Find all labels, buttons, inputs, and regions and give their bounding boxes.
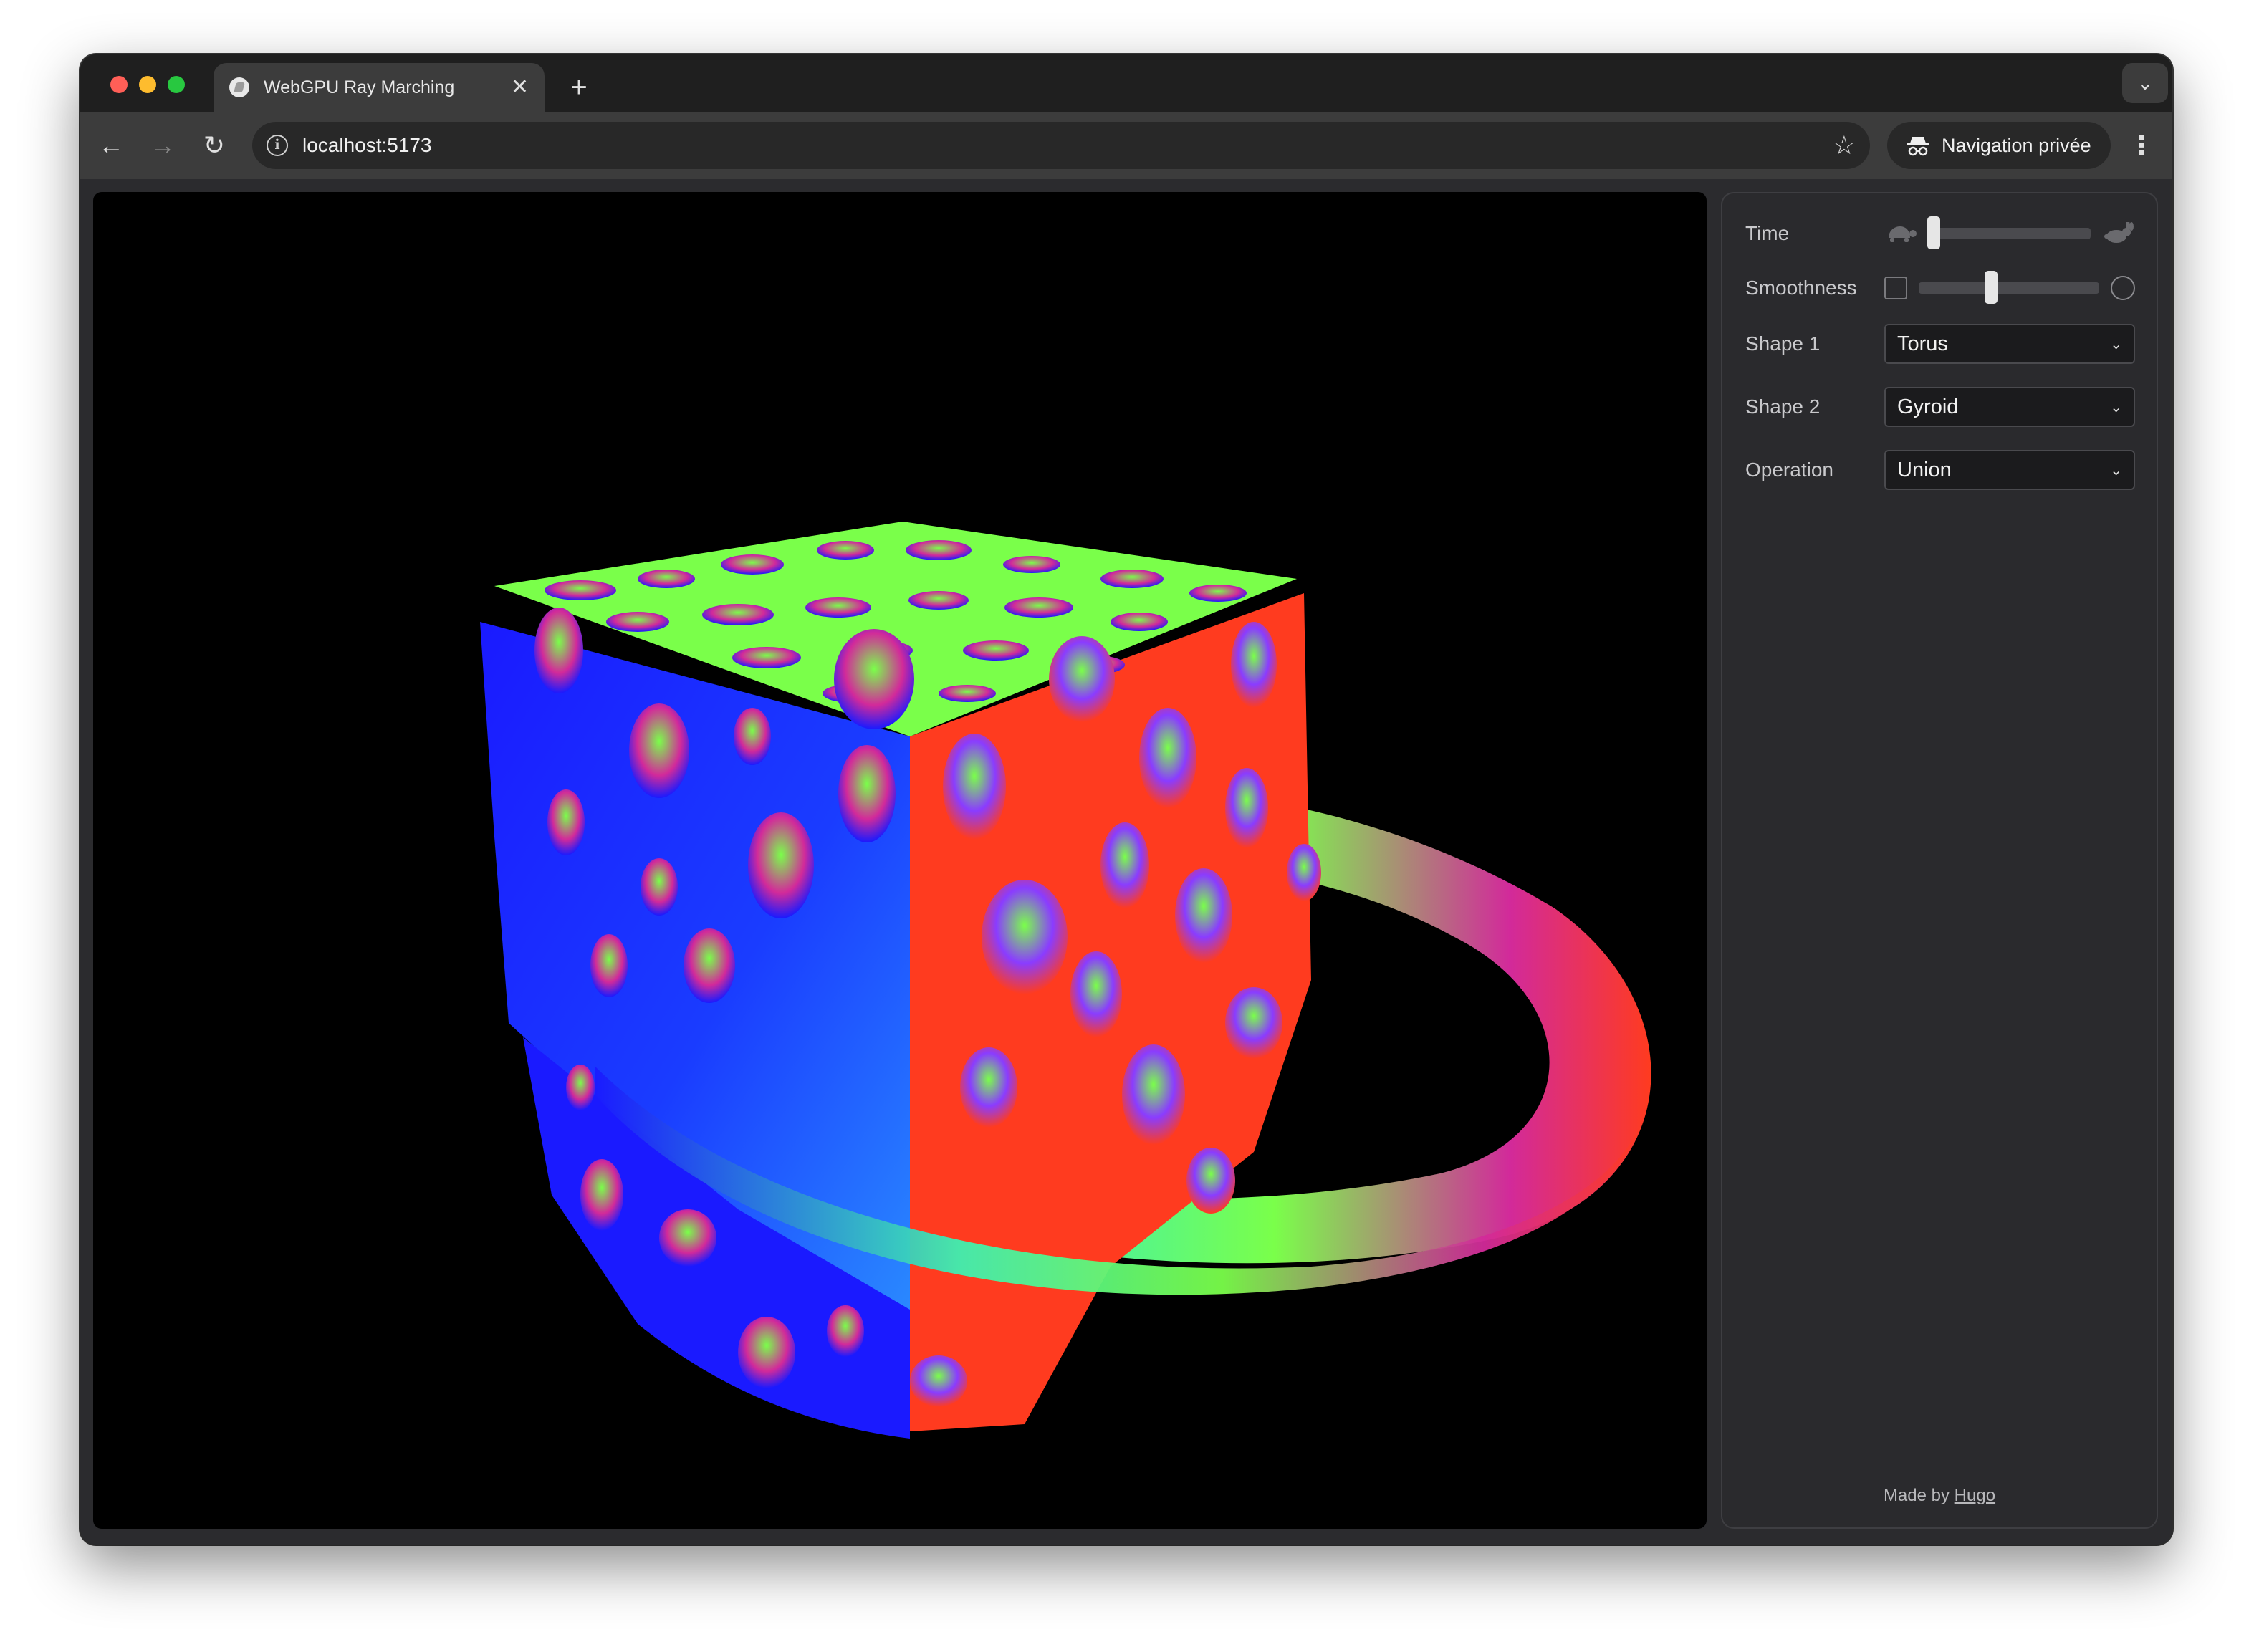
minimize-window-button[interactable] <box>139 76 156 93</box>
shape1-control: Shape 1 Torus ⌄ <box>1745 322 2135 365</box>
back-button[interactable]: ← <box>92 126 130 165</box>
close-window-button[interactable] <box>110 76 128 93</box>
incognito-label: Navigation privée <box>1942 134 2091 156</box>
incognito-chip[interactable]: Navigation privée <box>1887 122 2111 169</box>
smoothness-slider-thumb[interactable] <box>1984 271 1998 304</box>
shape2-select[interactable]: Gyroid ⌄ <box>1884 387 2135 427</box>
star-icon[interactable]: ☆ <box>1833 130 1856 160</box>
url-text[interactable]: localhost:5173 <box>302 134 1833 157</box>
tab-strip: WebGPU Ray Marching ✕ + ⌄ <box>80 54 2172 112</box>
window-controls <box>110 76 185 93</box>
reload-button[interactable]: ↻ <box>195 126 234 165</box>
address-bar[interactable]: i localhost:5173 ☆ <box>252 122 1870 169</box>
time-label: Time <box>1745 222 1790 244</box>
time-slider-thumb[interactable] <box>1927 216 1940 249</box>
rabbit-icon <box>2104 222 2134 243</box>
smoothness-checkbox[interactable] <box>1884 277 1907 299</box>
forward-button[interactable]: → <box>143 126 182 165</box>
time-slider[interactable] <box>1927 216 2091 249</box>
tab-title: WebGPU Ray Marching <box>264 77 455 97</box>
favicon-icon <box>229 77 249 97</box>
time-slider-wrap <box>1884 216 2135 249</box>
incognito-icon <box>1906 135 1930 156</box>
shape1-value: Torus <box>1897 332 1948 355</box>
operation-select[interactable]: Union ⌄ <box>1884 450 2135 490</box>
chevron-down-icon: ⌄ <box>2110 336 2122 352</box>
browser-window: WebGPU Ray Marching ✕ + ⌄ ← → ↻ i localh… <box>80 54 2172 1545</box>
shape2-control: Shape 2 Gyroid ⌄ <box>1745 385 2135 428</box>
smoothness-slider-wrap <box>1884 271 2135 304</box>
footer-prefix: Made by <box>1883 1486 1950 1505</box>
turtle-icon <box>1889 226 1917 242</box>
browser-toolbar: ← → ↻ i localhost:5173 ☆ Navigation priv… <box>80 112 2172 179</box>
chevron-down-icon: ⌄ <box>2110 399 2122 416</box>
operation-control: Operation Union ⌄ <box>1745 448 2135 491</box>
footer: Made by Hugo <box>1722 1486 2157 1506</box>
time-control: Time <box>1745 212 2135 255</box>
new-tab-button[interactable]: + <box>559 67 599 107</box>
smoothness-slider[interactable] <box>1919 271 2099 304</box>
close-icon[interactable]: ✕ <box>511 77 529 98</box>
author-link[interactable]: Hugo <box>1955 1486 1995 1505</box>
circle-icon <box>2111 276 2135 300</box>
info-icon[interactable]: i <box>267 135 288 156</box>
shape1-label: Shape 1 <box>1745 332 1821 355</box>
tab-webgpu-ray-marching[interactable]: WebGPU Ray Marching ✕ <box>214 63 545 112</box>
shape2-label: Shape 2 <box>1745 395 1821 418</box>
smoothness-control: Smoothness <box>1745 266 2135 309</box>
tab-search-button[interactable]: ⌄ <box>2122 63 2168 103</box>
page-content: Time Smoothness Shape 1 Torus ⌄ Shape 2 … <box>80 179 2172 1545</box>
controls-panel: Time Smoothness Shape 1 Torus ⌄ Shape 2 … <box>1721 192 2158 1529</box>
browser-menu-button[interactable]: ⋮ <box>2124 126 2159 165</box>
render-canvas[interactable] <box>93 192 1707 1529</box>
shape2-value: Gyroid <box>1897 395 1959 418</box>
smoothness-label: Smoothness <box>1745 277 1857 299</box>
operation-label: Operation <box>1745 458 1833 481</box>
maximize-window-button[interactable] <box>168 76 185 93</box>
chevron-down-icon: ⌄ <box>2110 462 2122 479</box>
operation-value: Union <box>1897 458 1952 481</box>
shape1-select[interactable]: Torus ⌄ <box>1884 324 2135 364</box>
